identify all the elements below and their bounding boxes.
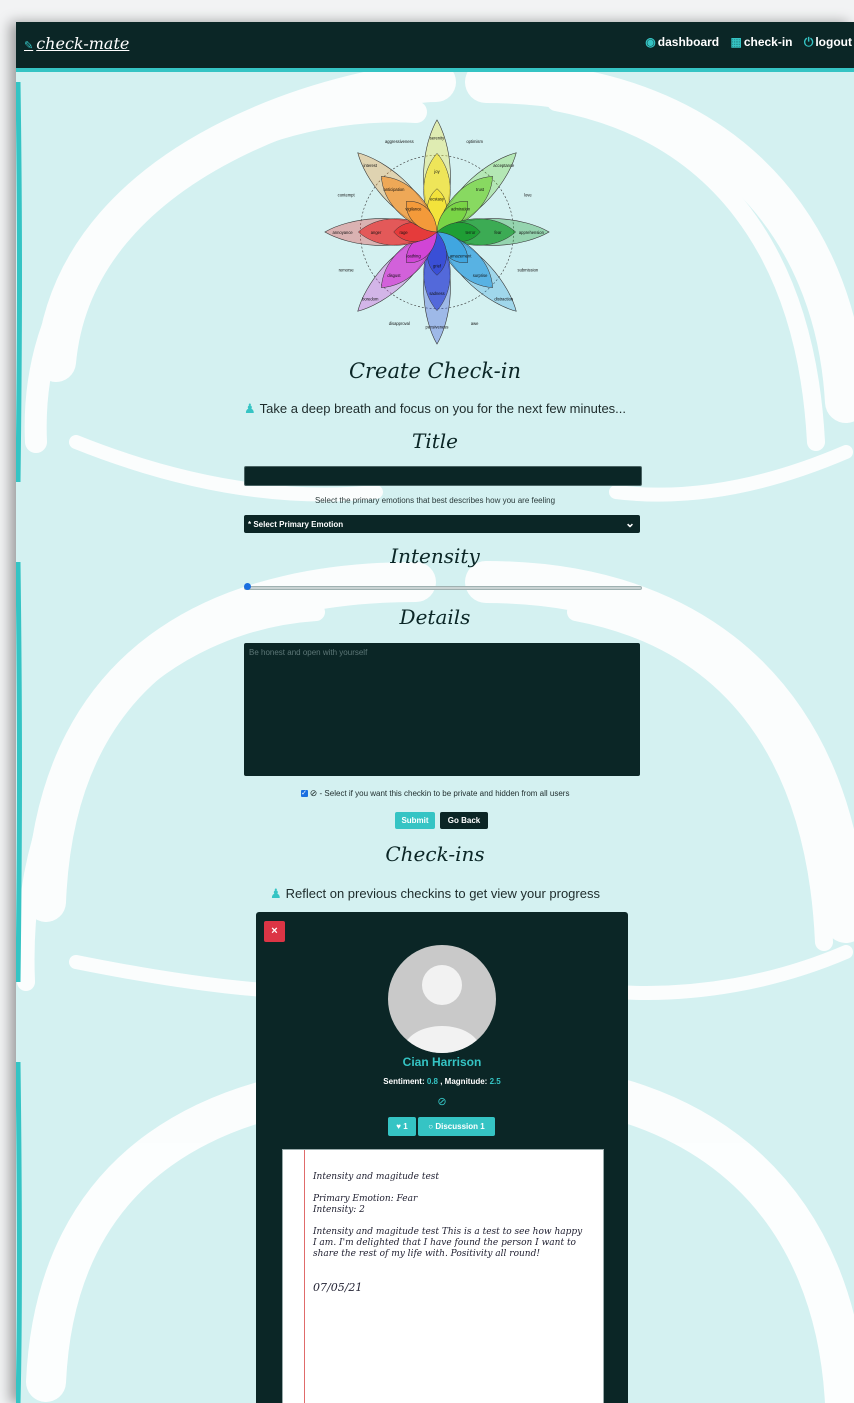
wheel-label: serenity — [430, 136, 445, 141]
details-placeholder: Be honest and open with yourself — [249, 648, 368, 657]
intensity-label: Intensity — [390, 544, 480, 568]
nav-logout-link[interactable]: ⏻ logout — [804, 35, 852, 49]
wheel-label: rage — [399, 230, 408, 235]
wheel-label: disgust — [387, 273, 401, 278]
title-label: Title — [411, 429, 458, 453]
wheel-label: admiration — [451, 206, 471, 211]
wheel-label: loathing — [406, 254, 421, 259]
wheel-label: interest — [363, 163, 377, 168]
wheel-dyad-label: submission — [518, 268, 539, 273]
intensity-slider[interactable] — [244, 582, 642, 592]
user-icon: ♟ — [243, 401, 256, 416]
checkin-author-name: Cian Harrison — [402, 1055, 482, 1069]
note-text: Intensity and magitude test Primary Emot… — [313, 1172, 583, 1293]
brand-name: check-mate — [36, 34, 130, 53]
nav-dashboard-link[interactable]: ◉ dashboard — [645, 35, 719, 49]
browser-viewport: ✎ check-mate ◉ dashboard ▦ check-in ⏻ logout… — [16, 22, 854, 1403]
slider-track — [244, 586, 642, 590]
note-body: Intensity and magitude test This is a te… — [313, 1227, 583, 1259]
note-title: Intensity and magitude test — [313, 1172, 440, 1182]
main-content: serenity joy ecstasy acceptance trust admirat… — [16, 72, 854, 1403]
user-circle-icon: ◉ — [645, 35, 656, 49]
details-textarea[interactable]: Be honest and open with yourself — [244, 643, 640, 776]
avatar — [388, 945, 496, 1053]
calendar-icon: ▦ — [730, 35, 742, 49]
private-option-text: - Select if you want this checkin to be … — [319, 789, 570, 798]
checkin-note-paper: Intensity and magitude test Primary Emot… — [282, 1149, 604, 1403]
checkins-subtitle: ♟ Reflect on previous checkins to get vie… — [270, 886, 600, 901]
wheel-label: trust — [476, 187, 485, 192]
submit-button[interactable]: Submit — [395, 812, 435, 829]
wheel-dyad-label: remorse — [339, 268, 355, 273]
wheel-label: boredom — [362, 297, 379, 302]
private-checkbox[interactable]: ✓ — [300, 790, 308, 798]
delete-checkin-button[interactable]: × — [264, 921, 285, 942]
brand-logo[interactable]: ✎ check-mate — [24, 34, 129, 53]
sentiment-value: 0.8 — [426, 1077, 438, 1086]
eye-slash-icon: ⊘ — [437, 1096, 447, 1108]
like-button[interactable]: ♥ 1 — [388, 1117, 416, 1136]
sentiment-magnitude: Sentiment: 0.8 , Magnitude: 2.5 — [383, 1077, 501, 1086]
wheel-label: terror — [466, 230, 476, 235]
select-value: * Select Primary Emotion — [248, 520, 344, 529]
wheel-dyad-label: aggressiveness — [385, 139, 414, 144]
eye-slash-icon: ⊘ — [309, 788, 318, 798]
wheel-label: amazement — [450, 254, 472, 259]
emotion-help-text: Select the primary emotions that best de… — [314, 496, 556, 505]
wheel-label: acceptance — [493, 163, 515, 168]
wheel-label: pensiveness — [426, 324, 449, 329]
user-icon: ♟ — [270, 886, 282, 901]
create-checkin-heading: Create Check-in — [348, 359, 522, 383]
checkins-heading: Check-ins — [385, 842, 485, 866]
emotion-wheel-image: serenity joy ecstasy acceptance trust admirat… — [324, 119, 550, 345]
wheel-label: grief — [433, 263, 442, 268]
private-option-row: ✓ ⊘ - Select if you want this checkin to… — [16, 788, 854, 799]
note-margin-line — [304, 1150, 305, 1403]
details-label: Details — [399, 605, 471, 629]
primary-emotion-select[interactable]: * Select Primary Emotion ⌄ — [244, 515, 640, 533]
wheel-label: fear — [494, 230, 502, 235]
comment-icon: ○ — [428, 1122, 434, 1131]
heart-icon: ♥ — [396, 1122, 402, 1131]
wheel-label: joy — [433, 169, 440, 174]
wheel-label: apprehension — [519, 230, 545, 235]
default-avatar-icon — [402, 965, 482, 1053]
wheel-dyad-label: awe — [471, 321, 479, 326]
magnitude-value: 2.5 — [489, 1077, 501, 1086]
wheel-label: ecstasy — [430, 197, 445, 202]
wheel-label: anticipation — [383, 187, 405, 192]
form-subtitle: ♟ Take a deep breath and focus on you for… — [243, 401, 627, 416]
wheel-label: sadness — [429, 291, 444, 296]
nav-checkin-link[interactable]: ▦ check-in — [730, 35, 792, 49]
wheel-dyad-label: contempt — [338, 192, 356, 197]
discussion-button[interactable]: ○ Discussion 1 — [418, 1117, 495, 1136]
wheel-label: surprise — [473, 273, 488, 278]
slider-thumb[interactable] — [244, 583, 251, 590]
wheel-dyad-label: disapproval — [389, 321, 410, 326]
power-icon: ⏻ — [803, 35, 814, 49]
note-intensity: Intensity: 2 — [313, 1205, 365, 1215]
wheel-label: distraction — [494, 297, 514, 302]
top-navbar: ✎ check-mate ◉ dashboard ▦ check-in ⏻ logout — [16, 22, 854, 72]
pen-icon: ✎ — [24, 39, 34, 52]
chevron-down-icon: ⌄ — [624, 516, 635, 530]
nav-links: ◉ dashboard ▦ check-in ⏻ logout — [637, 35, 852, 50]
note-date: 07/05/21 — [313, 1281, 363, 1294]
wheel-dyad-label: optimism — [466, 139, 483, 144]
checkin-card: × Cian Harrison Sentiment: 0.8 , Magnitu… — [256, 912, 628, 1403]
note-primary-emotion: Primary Emotion: Fear — [313, 1194, 418, 1204]
wheel-dyad-label: love — [524, 192, 532, 197]
title-input[interactable] — [244, 466, 642, 486]
wheel-label: anger — [371, 230, 382, 235]
go-back-button[interactable]: Go Back — [440, 812, 488, 829]
wheel-label: vigilance — [405, 206, 422, 211]
wheel-label: annoyance — [333, 230, 354, 235]
